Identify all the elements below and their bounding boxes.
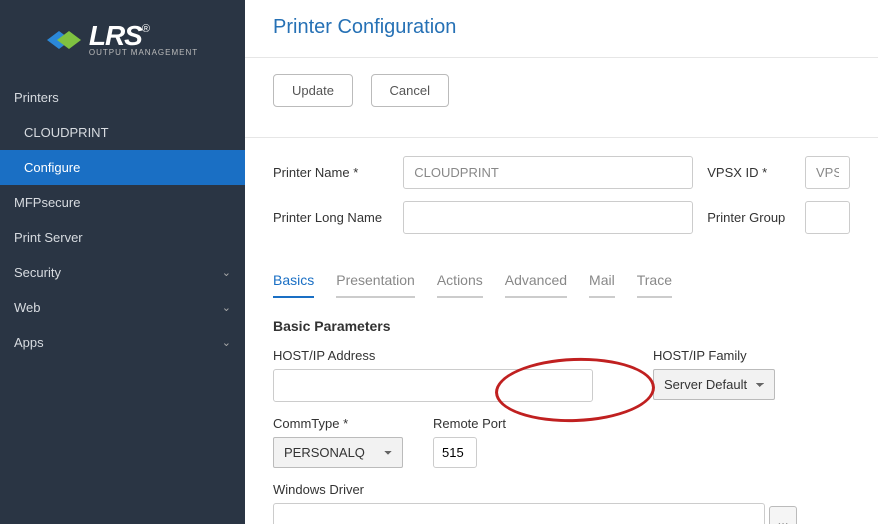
brand-logo: LRS® OUTPUT MANAGEMENT [0,0,245,80]
chevron-down-icon: ⌄ [222,336,231,349]
action-bar: Update Cancel [245,58,878,138]
sidebar-nav: Printers CLOUDPRINT Configure MFPsecure … [0,80,245,360]
tab-mail[interactable]: Mail [589,266,615,298]
brand-name: LRS [89,20,142,51]
tab-presentation[interactable]: Presentation [336,266,415,298]
printer-name-input[interactable] [403,156,693,189]
tab-basics[interactable]: Basics [273,266,314,298]
brand-text: LRS® OUTPUT MANAGEMENT [89,23,198,57]
header-form: Printer Name * VPSX ID * Printer Long Na… [245,138,878,256]
host-ip-family-label: HOST/IP Family [653,348,775,363]
sidebar: LRS® OUTPUT MANAGEMENT Printers CLOUDPRI… [0,0,245,524]
sidebar-item-mfpsecure[interactable]: MFPsecure [0,185,245,220]
sidebar-item-printers[interactable]: Printers [0,80,245,115]
vpsx-id-input[interactable] [805,156,850,189]
tab-advanced[interactable]: Advanced [505,266,567,298]
sidebar-item-configure[interactable]: Configure [0,150,245,185]
printer-group-input[interactable] [805,201,850,234]
tab-trace[interactable]: Trace [637,266,672,298]
chevron-down-icon: ⌄ [222,266,231,279]
tab-bar: Basics Presentation Actions Advanced Mai… [245,266,878,298]
sidebar-item-apps[interactable]: Apps⌄ [0,325,245,360]
sidebar-item-web[interactable]: Web⌄ [0,290,245,325]
main-content: Printer Configuration Update Cancel Prin… [245,0,878,524]
printer-long-name-label: Printer Long Name [273,210,389,225]
logo-icon [47,25,81,55]
printer-long-name-input[interactable] [403,201,693,234]
host-ip-label: HOST/IP Address [273,348,593,363]
host-ip-family-select[interactable]: Server Default [653,369,775,400]
vpsx-id-label: VPSX ID * [707,165,791,180]
remote-port-label: Remote Port [433,416,506,431]
sidebar-item-cloudprint[interactable]: CLOUDPRINT [0,115,245,150]
chevron-down-icon: ⌄ [222,301,231,314]
cancel-button[interactable]: Cancel [371,74,449,107]
basic-parameters-heading: Basic Parameters [245,298,878,342]
sidebar-item-security[interactable]: Security⌄ [0,255,245,290]
basic-parameters-form: HOST/IP Address HOST/IP Family Server De… [245,342,878,524]
commtype-select[interactable]: PERSONALQ [273,437,403,468]
update-button[interactable]: Update [273,74,353,107]
host-ip-input[interactable] [273,369,593,402]
windows-driver-browse-button[interactable]: ... [769,506,798,524]
page-title: Printer Configuration [245,0,878,58]
printer-group-label: Printer Group [707,210,791,225]
tab-actions[interactable]: Actions [437,266,483,298]
sidebar-item-print-server[interactable]: Print Server [0,220,245,255]
commtype-label: CommType * [273,416,403,431]
printer-name-label: Printer Name * [273,165,389,180]
remote-port-input[interactable] [433,437,477,468]
windows-driver-label: Windows Driver [273,482,850,497]
windows-driver-input[interactable] [273,503,765,524]
